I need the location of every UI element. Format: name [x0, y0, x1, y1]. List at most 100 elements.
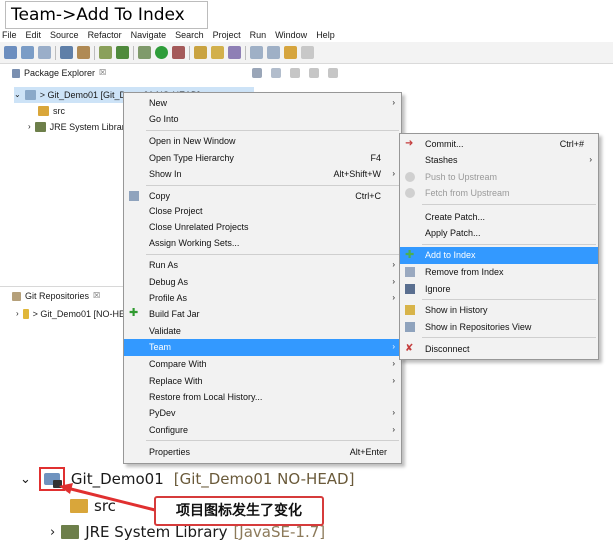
print-icon[interactable] [60, 46, 73, 59]
menu-item-open-new-window[interactable]: Open in New Window [124, 133, 401, 150]
menu-item-apply-patch[interactable]: Apply Patch... [400, 225, 598, 242]
library-icon [34, 122, 46, 132]
team-submenu: ➜ Commit... Ctrl+# Stashes › Push to Upstre… [399, 133, 599, 360]
fetch-icon [405, 188, 415, 198]
jre-label: JRE System Library [49, 122, 130, 132]
menu-item-team[interactable]: Team › [124, 339, 401, 356]
close-icon[interactable]: ☒ [93, 287, 100, 305]
open-type-icon[interactable] [194, 46, 207, 59]
project-icon [24, 90, 36, 100]
menu-item-profile-as[interactable]: Profile As › [124, 290, 401, 307]
menu-item-properties[interactable]: Properties Alt+Enter [124, 444, 401, 461]
menu-separator [422, 204, 596, 205]
menu-item-push-upstream[interactable]: Push to Upstream [400, 169, 598, 186]
menu-item-disconnect[interactable]: ✘ Disconnect [400, 341, 598, 358]
menu-item-build-fat-jar[interactable]: ✚ Build Fat Jar [124, 306, 401, 323]
history-icon [405, 305, 415, 315]
menu-item-validate[interactable]: Validate [124, 323, 401, 340]
run-icon[interactable] [155, 46, 168, 59]
library-icon [61, 525, 80, 539]
chevron-right-icon[interactable]: › [28, 119, 31, 135]
src-label: src [53, 106, 65, 116]
close-icon[interactable]: ☒ [99, 64, 106, 82]
disconnect-icon: ✘ [405, 343, 414, 354]
menu-item-pydev[interactable]: PyDev › [124, 405, 401, 422]
menu-window[interactable]: Window [275, 28, 307, 42]
git-repositories-icon [12, 291, 21, 301]
minimize-icon[interactable] [309, 68, 319, 78]
back-icon[interactable] [284, 46, 297, 59]
menu-refactor[interactable]: Refactor [88, 28, 122, 42]
menu-separator [422, 337, 596, 338]
menu-separator [146, 185, 399, 186]
open-folder-icon[interactable] [211, 46, 224, 59]
menu-item-open-type-hierarchy[interactable]: Open Type Hierarchy F4 [124, 150, 401, 167]
menu-item-ignore[interactable]: Ignore [400, 281, 598, 298]
menu-item-close-project[interactable]: Close Project [124, 203, 401, 220]
tree-row-jre[interactable]: › JRE System Library [28, 119, 129, 135]
menu-item-add-to-index[interactable]: ✚ Add to Index [400, 247, 598, 264]
menu-run[interactable]: Run [250, 28, 267, 42]
annotation-arrow [59, 483, 156, 512]
chevron-right-icon: › [50, 524, 56, 540]
menu-separator [422, 244, 596, 245]
debug-icon[interactable] [138, 46, 151, 59]
menu-item-remove-from-index[interactable]: Remove from Index [400, 264, 598, 281]
tool-icon[interactable] [77, 46, 90, 59]
menu-item-assign-working-sets[interactable]: Assign Working Sets... [124, 235, 401, 252]
menu-item-fetch-upstream[interactable]: Fetch from Upstream [400, 185, 598, 202]
menu-item-stashes[interactable]: Stashes › [400, 152, 598, 169]
menu-separator [146, 440, 399, 441]
link-editor-icon[interactable] [271, 68, 281, 78]
remove-icon [405, 267, 415, 277]
forward-icon[interactable] [301, 46, 314, 59]
menu-item-go-into[interactable]: Go Into [124, 111, 401, 128]
menu-item-commit[interactable]: ➜ Commit... Ctrl+# [400, 136, 598, 153]
menu-item-new[interactable]: New › [124, 95, 401, 112]
chevron-down-icon[interactable]: ⌄ [14, 87, 21, 103]
menu-item-run-as[interactable]: Run As › [124, 257, 401, 274]
ignore-icon [405, 284, 415, 294]
menu-item-restore-history[interactable]: Restore from Local History... [124, 389, 401, 406]
push-icon [405, 172, 415, 182]
search-icon[interactable] [228, 46, 241, 59]
external-tools-icon[interactable] [172, 46, 185, 59]
menu-help[interactable]: Help [316, 28, 335, 42]
annotation-callout: 项目图标发生了变化 [154, 496, 324, 526]
menu-navigate[interactable]: Navigate [131, 28, 167, 42]
save-all-icon[interactable] [38, 46, 51, 59]
menu-item-replace-with[interactable]: Replace With › [124, 373, 401, 390]
view-toolbar [252, 68, 338, 78]
menu-item-show-repositories[interactable]: Show in Repositories View [400, 319, 598, 336]
menu-separator [146, 254, 399, 255]
prev-annotation-icon[interactable] [267, 46, 280, 59]
build-icon[interactable] [99, 46, 112, 59]
chevron-right-icon[interactable]: › [16, 306, 19, 322]
menu-search[interactable]: Search [175, 28, 204, 42]
menu-item-configure[interactable]: Configure › [124, 422, 401, 439]
save-icon[interactable] [21, 46, 34, 59]
menu-item-show-history[interactable]: Show in History [400, 302, 598, 319]
menu-project[interactable]: Project [213, 28, 241, 42]
tree-row-src[interactable]: src [38, 103, 65, 119]
menu-source[interactable]: Source [50, 28, 79, 42]
menu-item-close-unrelated[interactable]: Close Unrelated Projects [124, 219, 401, 236]
menu-item-compare-with[interactable]: Compare With › [124, 356, 401, 373]
collapse-all-icon[interactable] [252, 68, 262, 78]
view-menu-icon[interactable] [290, 68, 300, 78]
menu-item-debug-as[interactable]: Debug As › [124, 274, 401, 291]
new-icon[interactable] [4, 46, 17, 59]
menu-file[interactable]: File [2, 28, 17, 42]
zoom-project-branch: [Git_Demo01 NO-HEAD] [173, 470, 355, 488]
menu-edit[interactable]: Edit [26, 28, 42, 42]
chevron-down-icon: ⌄ [20, 471, 31, 487]
menu-item-show-in[interactable]: Show In Alt+Shift+W › [124, 166, 401, 183]
copy-icon [129, 191, 139, 201]
next-annotation-icon[interactable] [250, 46, 263, 59]
menu-item-create-patch[interactable]: Create Patch... [400, 209, 598, 226]
package-explorer-label: Package Explorer [24, 68, 96, 78]
toolbar-separator [94, 45, 95, 60]
maximize-icon[interactable] [328, 68, 338, 78]
tree-row-repo[interactable]: › > Git_Demo01 [NO-HEAD] [16, 306, 140, 322]
refresh-icon[interactable] [116, 46, 129, 59]
